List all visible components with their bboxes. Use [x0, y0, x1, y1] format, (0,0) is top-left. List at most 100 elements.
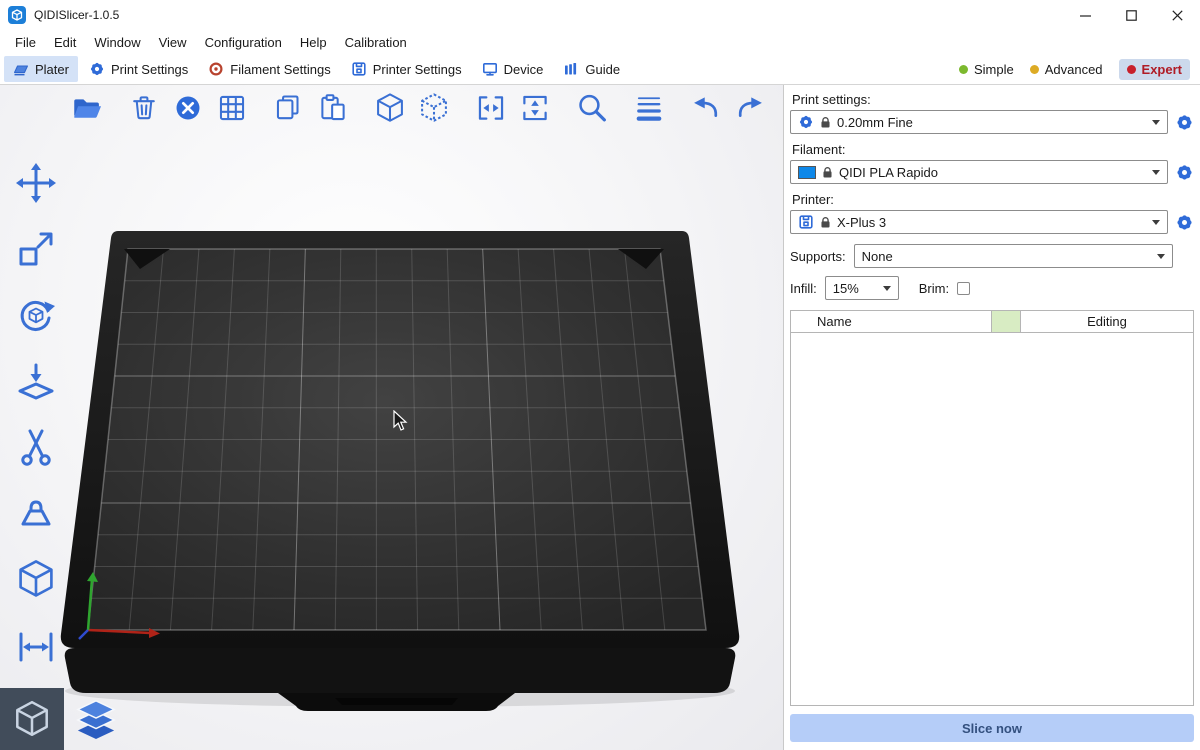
split-to-objects-button[interactable]: [470, 87, 512, 129]
mode-expert[interactable]: Expert: [1119, 59, 1190, 80]
bed-axes-indicator: [79, 572, 160, 639]
minimize-button[interactable]: [1062, 0, 1108, 30]
paint-supports-tool-button[interactable]: [8, 487, 64, 539]
view-3d-editor-button[interactable]: [0, 688, 64, 750]
column-name[interactable]: Name: [791, 311, 991, 332]
menu-view[interactable]: View: [150, 32, 196, 53]
supports-combo[interactable]: None: [854, 244, 1173, 268]
printer-value: X-Plus 3: [837, 215, 886, 230]
paste-button[interactable]: [312, 87, 354, 129]
variable-layer-height-button[interactable]: [628, 87, 670, 129]
menu-file[interactable]: File: [6, 32, 45, 53]
mode-simple[interactable]: Simple: [959, 62, 1014, 77]
arrange-button[interactable]: [211, 87, 253, 129]
menu-window[interactable]: Window: [85, 32, 149, 53]
print-settings-icon: [89, 61, 105, 77]
measure-tool-button[interactable]: [8, 619, 64, 671]
filament-value: QIDI PLA Rapido: [839, 165, 938, 180]
cut-tool-button[interactable]: [8, 421, 64, 473]
add-instance-button[interactable]: [369, 87, 411, 129]
search-button[interactable]: [571, 87, 613, 129]
print-settings-gear-button[interactable]: [1175, 113, 1194, 132]
supports-value: None: [862, 249, 893, 264]
lock-icon: [820, 216, 831, 229]
tab-bar: Plater Print Settings Filament Settings …: [0, 54, 1200, 85]
gear-icon: [798, 114, 814, 130]
settings-sidebar: Print settings: 0.20mm Fine Filament: QI…: [783, 85, 1200, 750]
plater-icon: [13, 61, 29, 77]
menu-help[interactable]: Help: [291, 32, 336, 53]
tab-device[interactable]: Device: [473, 56, 553, 82]
menu-calibration[interactable]: Calibration: [336, 32, 416, 53]
view-switcher: [0, 688, 128, 750]
lock-icon: [822, 166, 833, 179]
chevron-down-icon: [1152, 170, 1160, 175]
print-settings-value: 0.20mm Fine: [837, 115, 913, 130]
scale-tool-button[interactable]: [8, 223, 64, 275]
tab-label: Printer Settings: [373, 62, 462, 77]
device-icon: [482, 61, 498, 77]
open-button[interactable]: [66, 87, 108, 129]
mode-advanced[interactable]: Advanced: [1030, 62, 1103, 77]
viewport-3d[interactable]: [0, 85, 783, 750]
infill-combo[interactable]: 15%: [825, 276, 899, 300]
split-to-parts-button[interactable]: [514, 87, 556, 129]
delete-all-button[interactable]: [167, 87, 209, 129]
chevron-down-icon: [1157, 254, 1165, 259]
object-list-header: Name Editing: [791, 311, 1193, 333]
printer-gear-button[interactable]: [1175, 213, 1194, 232]
menu-edit[interactable]: Edit: [45, 32, 85, 53]
copy-button[interactable]: [268, 87, 310, 129]
column-editing[interactable]: Editing: [1021, 311, 1193, 332]
chevron-down-icon: [1152, 120, 1160, 125]
column-extruder[interactable]: [991, 311, 1021, 332]
viewport-top-toolbar: [66, 87, 783, 129]
supports-label: Supports:: [790, 249, 846, 264]
filament-label: Filament:: [792, 142, 1192, 157]
tab-label: Filament Settings: [230, 62, 330, 77]
brim-checkbox[interactable]: [957, 282, 970, 295]
filament-gear-button[interactable]: [1175, 163, 1194, 182]
tab-label: Print Settings: [111, 62, 188, 77]
object-list-body: [791, 333, 1193, 705]
mode-label: Expert: [1142, 62, 1182, 77]
print-bed: [0, 85, 783, 750]
filament-color-swatch: [798, 166, 816, 179]
slice-now-button[interactable]: Slice now: [790, 714, 1194, 742]
place-on-face-tool-button[interactable]: [8, 355, 64, 407]
infill-value: 15%: [833, 281, 859, 296]
seam-painting-tool-button[interactable]: [8, 553, 64, 605]
tab-label: Plater: [35, 62, 69, 77]
window-title: QIDISlicer-1.0.5: [34, 8, 119, 22]
simple-dot-icon: [959, 65, 968, 74]
delete-button[interactable]: [123, 87, 165, 129]
maximize-button[interactable]: [1108, 0, 1154, 30]
tab-printer-settings[interactable]: Printer Settings: [342, 56, 471, 82]
filament-settings-icon: [208, 61, 224, 77]
tab-label: Device: [504, 62, 544, 77]
printer-settings-icon: [351, 61, 367, 77]
print-settings-label: Print settings:: [792, 92, 1192, 107]
print-settings-combo[interactable]: 0.20mm Fine: [790, 110, 1168, 134]
rotate-tool-button[interactable]: [8, 289, 64, 341]
viewport-left-toolbar: [8, 157, 64, 671]
move-tool-button[interactable]: [8, 157, 64, 209]
advanced-dot-icon: [1030, 65, 1039, 74]
app-logo-icon: [8, 6, 26, 24]
view-preview-button[interactable]: [64, 688, 128, 750]
close-button[interactable]: [1154, 0, 1200, 30]
mode-selector: Simple Advanced Expert: [959, 59, 1200, 80]
lock-icon: [820, 116, 831, 129]
tab-filament-settings[interactable]: Filament Settings: [199, 56, 339, 82]
redo-button[interactable]: [729, 87, 771, 129]
tab-plater[interactable]: Plater: [4, 56, 78, 82]
title-bar: QIDISlicer-1.0.5: [0, 0, 1200, 30]
tab-print-settings[interactable]: Print Settings: [80, 56, 197, 82]
printer-combo[interactable]: X-Plus 3: [790, 210, 1168, 234]
filament-combo[interactable]: QIDI PLA Rapido: [790, 160, 1168, 184]
menu-configuration[interactable]: Configuration: [196, 32, 291, 53]
mode-label: Advanced: [1045, 62, 1103, 77]
undo-button[interactable]: [685, 87, 727, 129]
remove-instance-button[interactable]: [413, 87, 455, 129]
tab-guide[interactable]: Guide: [554, 56, 629, 82]
